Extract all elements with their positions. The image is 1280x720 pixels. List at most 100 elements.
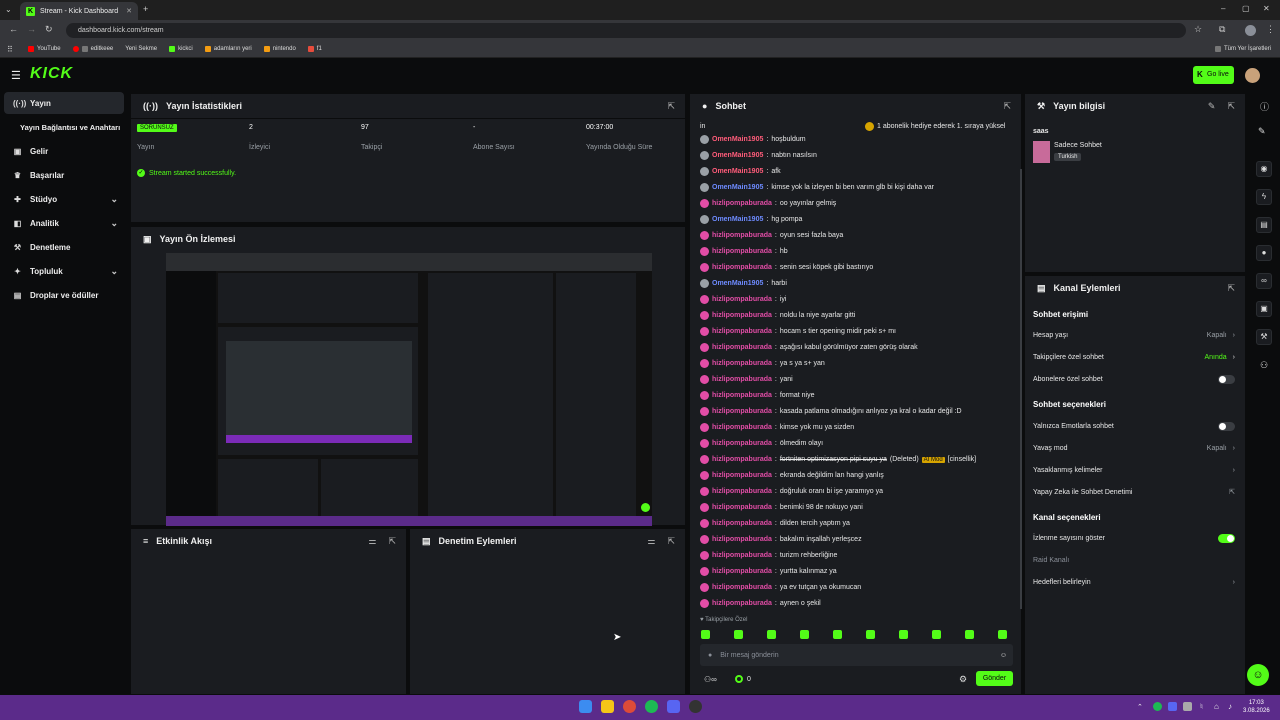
emote-icon[interactable] <box>866 630 875 639</box>
popout-icon[interactable]: ⇱ <box>667 536 675 547</box>
edit-icon[interactable]: ✎ <box>1208 101 1216 112</box>
chat-settings-icon[interactable]: ⚙ <box>959 674 967 685</box>
go-live-button[interactable]: K Go live <box>1193 66 1234 84</box>
emote-icon[interactable] <box>998 630 1007 639</box>
sidebar-item-topluluk[interactable]: ✦ Topluluk ⌄ <box>4 260 124 282</box>
rail-users-icon[interactable]: ⚇ <box>1260 360 1268 371</box>
slow-mode-row[interactable]: Yavaş mod Kapalı › <box>1033 441 1235 455</box>
all-bookmarks[interactable]: Tüm Yer İşaretleri <box>1215 46 1271 52</box>
chat-message[interactable]: hizlipompaburada: doğruluk oranı bi işe y… <box>700 487 883 496</box>
chat-username[interactable]: hizlipompaburada <box>712 504 772 511</box>
discord-icon[interactable] <box>667 700 680 713</box>
tab-list-icon[interactable]: ⌄ <box>5 5 12 14</box>
sidebar-item-stream-key[interactable]: Yayın Bağlantısı ve Anahtarı <box>4 116 124 138</box>
chrome-icon[interactable] <box>623 700 636 713</box>
chat-message[interactable]: hizlipompaburada: noldu la niye ayarlar g… <box>700 311 855 320</box>
clock[interactable]: 17:03 3.08.2026 <box>1243 699 1270 715</box>
chat-username[interactable]: OmenMain1905 <box>712 280 763 287</box>
chat-message[interactable]: hizlipompaburada: aşağısı kabul görülmüyo… <box>700 343 918 352</box>
rail-camera-icon[interactable]: ◉ <box>1256 161 1272 177</box>
chat-message[interactable]: hizlipompaburada: kimse yok mu ya sizden <box>700 423 854 432</box>
bookmark-youtube[interactable]: YouTube <box>28 46 61 52</box>
chat-username[interactable]: hizlipompaburada <box>712 408 772 415</box>
chat-message[interactable]: OmenMain1905: harbi <box>700 279 787 288</box>
chat-username[interactable]: OmenMain1905 <box>712 168 763 175</box>
chat-message[interactable]: hizlipompaburada: ölmedim olayı <box>700 439 823 448</box>
chat-message[interactable]: hizlipompaburada: hocam s tier opening mi… <box>700 327 896 336</box>
close-tab-icon[interactable]: ✕ <box>126 7 132 15</box>
chat-username[interactable]: hizlipompaburada <box>712 456 772 463</box>
chat-message[interactable]: OmenMain1905: hoşbuldum <box>700 135 806 144</box>
maximize-icon[interactable]: ▢ <box>1242 4 1250 13</box>
chat-message[interactable]: hizlipompaburada: ya s ya s+ yan <box>700 359 825 368</box>
sidebar-item-analitik[interactable]: ◧ Analitik ⌄ <box>4 212 124 234</box>
chat-username[interactable]: hizlipompaburada <box>712 424 772 431</box>
start-menu-icon[interactable] <box>579 700 592 713</box>
url-input[interactable]: dashboard.kick.com/stream <box>66 23 1186 38</box>
chat-users-icon[interactable]: ⚇∞ <box>704 675 717 684</box>
sidebar-item-yayin[interactable]: ((·)) Yayın <box>4 92 124 114</box>
chat-username[interactable]: hizlipompaburada <box>712 472 772 479</box>
chat-message[interactable]: hizlipompaburada: oyun sesi fazla baya <box>700 231 843 240</box>
chat-username[interactable]: hizlipompaburada <box>712 264 772 271</box>
chat-message[interactable]: hizlipompaburada: benimki 98 de nokuyo ya… <box>700 503 863 512</box>
popout-icon[interactable]: ⇱ <box>1227 101 1235 112</box>
chat-username[interactable]: hizlipompaburada <box>712 392 772 399</box>
filter-icon[interactable]: ⚌ <box>368 536 376 547</box>
popout-icon[interactable]: ⇱ <box>667 101 675 112</box>
emote-icon[interactable] <box>899 630 908 639</box>
channel-points[interactable]: 0 <box>735 675 751 683</box>
user-avatar[interactable] <box>1245 68 1260 83</box>
chat-message[interactable]: OmenMain1905: afk <box>700 167 781 176</box>
account-age-row[interactable]: Hesap yaşı Kapalı › <box>1033 328 1235 342</box>
emotes-only-toggle[interactable] <box>1218 421 1235 431</box>
chat-username[interactable]: hizlipompaburada <box>712 568 772 575</box>
chat-message[interactable]: hizlipompaburada: fortniten optimizasyon … <box>700 455 976 464</box>
extensions-icon[interactable]: ⧉ <box>1219 24 1225 35</box>
tray-spotify-icon[interactable] <box>1153 702 1162 711</box>
set-targets-row[interactable]: Hedefleri belirleyin › <box>1033 575 1235 589</box>
chat-username[interactable]: hizlipompaburada <box>712 552 772 559</box>
kick-logo[interactable]: KICK <box>30 65 73 83</box>
ai-moderation-row[interactable]: Yapay Zeka ile Sohbet Denetimi ⇱ <box>1033 485 1235 499</box>
chat-username[interactable]: OmenMain1905 <box>712 152 763 159</box>
chat-username[interactable]: hizlipompaburada <box>712 312 772 319</box>
rail-chat-icon[interactable]: ● <box>1256 245 1272 261</box>
bookmark-adamlarin-yeri[interactable]: adamların yeri <box>204 46 252 52</box>
chat-message[interactable]: hizlipompaburada: yurtta kalınmaz ya <box>700 567 837 576</box>
chat-username[interactable]: hizlipompaburada <box>712 520 772 527</box>
chat-message[interactable]: hizlipompaburada: ya ev tutçan ya okumuca… <box>700 583 861 592</box>
rail-lightning-icon[interactable]: ϟ <box>1256 189 1272 205</box>
minimize-icon[interactable]: – <box>1221 4 1225 13</box>
send-button[interactable]: Gönder <box>976 671 1013 686</box>
chat-username[interactable]: hizlipompaburada <box>712 344 772 351</box>
bookmark-star-icon[interactable]: ☆ <box>1194 24 1202 35</box>
popout-icon[interactable]: ⇱ <box>1227 283 1235 294</box>
chat-username[interactable]: hizlipompaburada <box>712 200 772 207</box>
chat-message[interactable]: hizlipompaburada: yani <box>700 375 793 384</box>
rail-wrench-icon[interactable]: ⚒ <box>1256 329 1272 345</box>
profile-icon[interactable] <box>1245 25 1256 36</box>
chat-username[interactable]: OmenMain1905 <box>712 216 763 223</box>
emote-icon[interactable] <box>800 630 809 639</box>
emote-icon[interactable] <box>833 630 842 639</box>
chat-username[interactable]: hizlipompaburada <box>712 488 772 495</box>
chat-message[interactable]: hizlipompaburada: bakalım inşallah yerleş… <box>700 535 862 544</box>
reload-icon[interactable]: ↻ <box>45 24 53 35</box>
chat-message[interactable]: hizlipompaburada: dilden tercih yaptım ya <box>700 519 850 528</box>
bookmark-nintendo[interactable]: nintendo <box>263 46 296 52</box>
sidebar-item-gelir[interactable]: ▣ Gelir <box>4 140 124 162</box>
chat-message[interactable]: hizlipompaburada: ekranda değildim lan ha… <box>700 471 884 480</box>
chat-message[interactable]: hizlipompaburada: kasada patlama olmadığı… <box>700 407 962 416</box>
followers-only-row[interactable]: Takipçilere özel sohbet Anında › <box>1033 350 1235 364</box>
chat-message[interactable]: OmenMain1905: kimse yok la izleyen bi ben… <box>700 183 934 192</box>
browser-tab[interactable]: K Stream - Kick Dashboard ✕ <box>20 2 138 20</box>
chat-message[interactable]: hizlipompaburada: iyi <box>700 295 786 304</box>
chat-username[interactable]: hizlipompaburada <box>712 360 772 367</box>
tray-steam-icon[interactable] <box>1183 702 1192 711</box>
volume-icon[interactable]: ♪ <box>1228 702 1232 711</box>
gift-sub-banner[interactable]: 1 abonelik hediye ederek 1. sıraya yükse… <box>865 122 1005 131</box>
microphone-icon[interactable]: ♮ <box>1200 702 1203 711</box>
bookmark-editkeee[interactable]: editkeee <box>72 46 113 52</box>
hamburger-menu-icon[interactable]: ☰ <box>11 69 21 82</box>
